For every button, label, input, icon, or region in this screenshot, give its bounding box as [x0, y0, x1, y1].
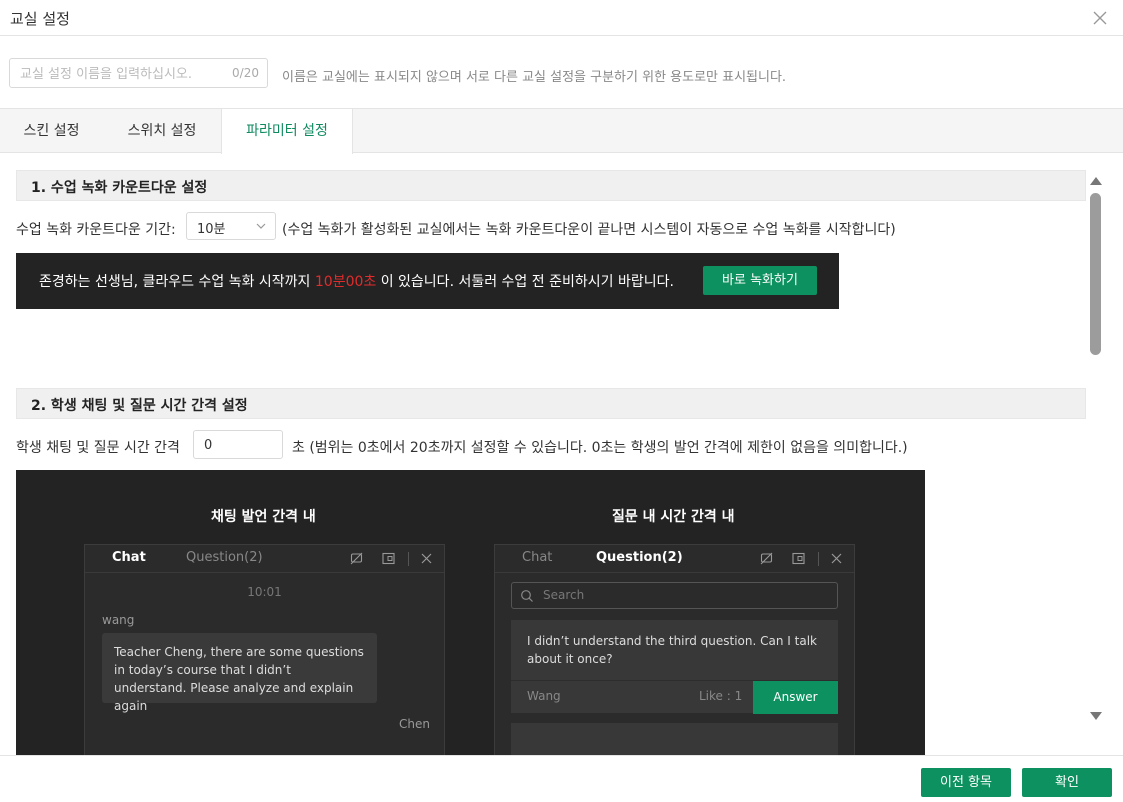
countdown-note: (수업 녹화가 활성화된 교실에서는 녹화 카운트다운이 끝나면 시스템이 자동… — [282, 222, 896, 238]
panel-header: Chat Question(2) — [495, 545, 854, 573]
dialog-footer: 이전 항목 확인 — [0, 755, 1123, 802]
dialog-title: 교실 설정 — [10, 10, 70, 28]
panel-tab-chat: Chat — [522, 550, 553, 565]
panel-tab-question: Question(2) — [186, 550, 263, 565]
countdown-preview-banner: 존경하는 선생님, 클라우드 수업 녹화 시작까지 10분00초 이 있습니다.… — [16, 253, 839, 309]
tab-skin-settings[interactable]: 스킨 설정 — [0, 109, 103, 153]
interval-note: 초 (범위는 0초에서 20초까지 설정할 수 있습니다. 0초는 학생의 발언… — [292, 440, 908, 456]
countdown-duration-select[interactable]: 10분 — [186, 212, 276, 240]
popout-icon — [382, 552, 395, 565]
demo-title-chat: 채팅 발언 간격 내 — [211, 509, 316, 525]
search-icon — [521, 590, 533, 602]
countdown-time: 10분00초 — [314, 274, 377, 290]
banner-message: 존경하는 선생님, 클라우드 수업 녹화 시작까지 10분00초 이 있습니다.… — [39, 271, 674, 291]
panel-tab-chat: Chat — [112, 550, 146, 565]
chat-message: Teacher Cheng, there are some questions … — [102, 633, 377, 713]
countdown-label: 수업 녹화 카운트다운 기간: — [16, 222, 176, 238]
close-icon — [831, 553, 842, 564]
select-value: 10분 — [197, 222, 226, 237]
settings-name-input[interactable] — [20, 64, 220, 84]
demo-question-panel: Chat Question(2) Search I didn’t underst… — [494, 544, 855, 755]
interval-field[interactable] — [193, 430, 283, 459]
demo-title-question: 질문 내 시간 간격 내 — [612, 509, 735, 525]
chat-timestamp: 10:01 — [247, 585, 282, 599]
chevron-down-icon — [256, 223, 266, 229]
settings-name-field[interactable]: 0/20 — [9, 58, 268, 88]
name-hint: 이름은 교실에는 표시되지 않으며 서로 다른 교실 설정을 구분하기 위한 용… — [282, 70, 787, 85]
tab-bar: 스킨 설정 스위치 설정 파라미터 설정 — [0, 108, 1123, 154]
section-title: 2. 학생 채팅 및 질문 시간 간격 설정 — [31, 398, 248, 414]
scroll-down-arrow-icon[interactable] — [1089, 710, 1103, 722]
banner-text-after: 이 있습니다. 서둘러 수업 전 준비하시기 바랍니다. — [376, 274, 674, 290]
header-divider — [818, 552, 819, 566]
interval-input[interactable] — [204, 436, 274, 454]
settings-content: 1. 수업 녹화 카운트다운 설정 수업 녹화 카운트다운 기간: 10분 (수… — [0, 153, 1123, 755]
mute-chat-icon — [350, 552, 363, 565]
banner-text-before: 존경하는 선생님, 클라우드 수업 녹화 시작까지 — [39, 274, 315, 290]
name-row: 0/20 이름은 교실에는 표시되지 않으며 서로 다른 교실 설정을 구분하기… — [0, 36, 1123, 108]
close-icon — [421, 553, 432, 564]
name-char-counter: 0/20 — [232, 66, 259, 80]
tab-switch-settings[interactable]: 스위치 설정 — [103, 109, 221, 153]
record-now-button[interactable]: 바로 녹화하기 — [703, 266, 817, 295]
scrollbar-thumb[interactable] — [1090, 193, 1101, 355]
question-search: Search — [511, 582, 838, 609]
section-title: 1. 수업 녹화 카운트다운 설정 — [31, 180, 208, 196]
popout-icon — [792, 552, 805, 565]
asker-name: Wang — [527, 689, 561, 703]
answer-button: Answer — [753, 681, 838, 714]
close-icon[interactable] — [1091, 9, 1109, 27]
chat-username: wang — [102, 613, 135, 627]
question-footer: Wang Like : 1 Answer — [511, 680, 838, 714]
question-card — [511, 723, 838, 755]
demo-chat-panel: Chat Question(2) 10:01 wang Teacher Chen… — [84, 544, 445, 755]
scroll-up-arrow-icon[interactable] — [1089, 175, 1103, 187]
mute-chat-icon — [760, 552, 773, 565]
question-text: I didn’t understand the third question. … — [527, 634, 817, 666]
section-header-recording-countdown: 1. 수업 녹화 카운트다운 설정 — [16, 170, 1086, 201]
interval-demo-image: 채팅 발언 간격 내 질문 내 시간 간격 내 Chat Question(2) — [16, 470, 925, 755]
section-header-chat-interval: 2. 학생 채팅 및 질문 시간 간격 설정 — [16, 388, 1086, 419]
interval-label: 학생 채팅 및 질문 시간 간격 — [16, 440, 180, 456]
previous-button[interactable]: 이전 항목 — [921, 768, 1011, 797]
chat-username-next: Chen — [399, 717, 430, 731]
header-divider — [408, 552, 409, 566]
panel-tab-question: Question(2) — [596, 550, 683, 565]
confirm-button[interactable]: 확인 — [1022, 768, 1112, 797]
like-count: Like : 1 — [699, 689, 743, 703]
panel-header: Chat Question(2) — [85, 545, 444, 573]
search-placeholder: Search — [543, 588, 585, 602]
question-card: I didn’t understand the third question. … — [511, 620, 838, 714]
dialog-titlebar: 교실 설정 — [0, 0, 1123, 36]
tab-parameter-settings[interactable]: 파라미터 설정 — [221, 109, 353, 154]
